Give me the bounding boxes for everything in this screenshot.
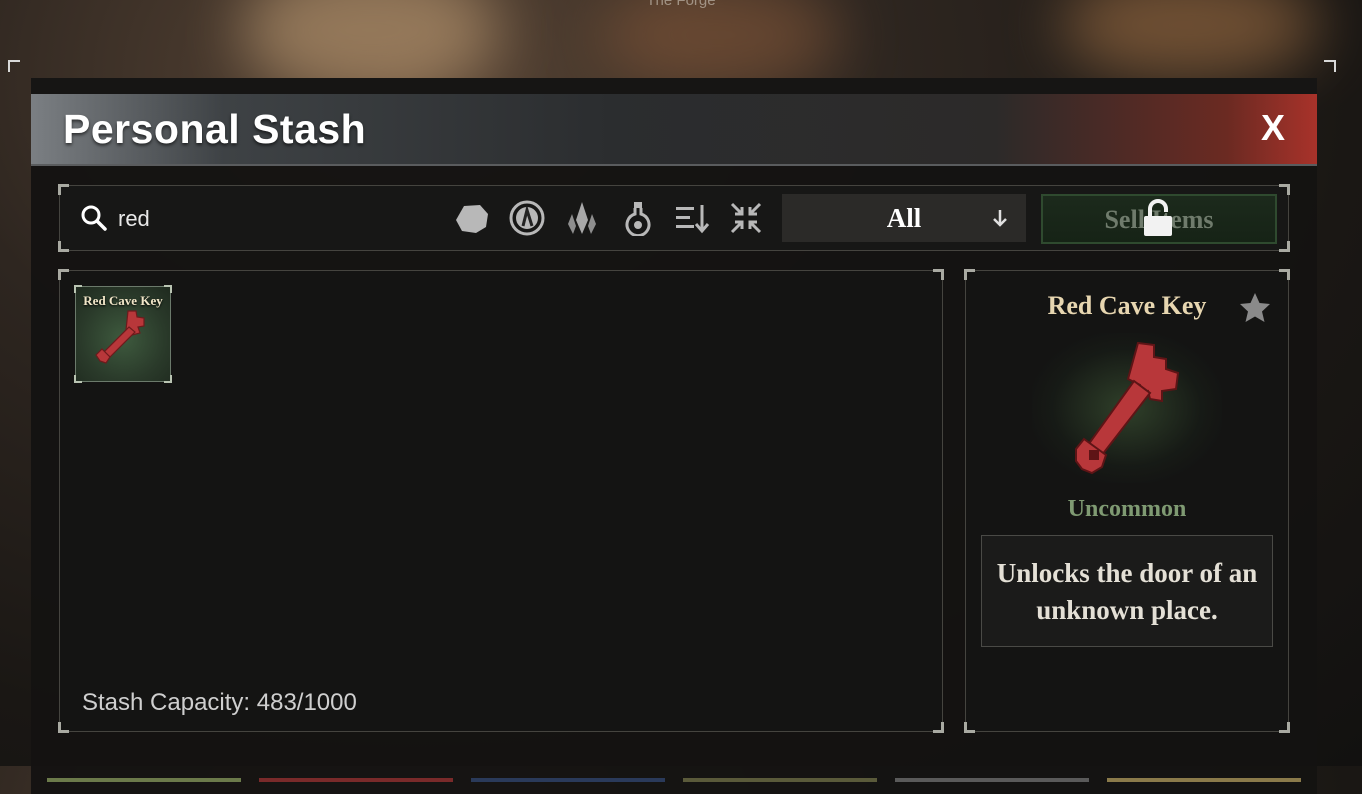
stash-item-slot[interactable]: Red Cave Key	[74, 285, 172, 383]
search-input[interactable]	[116, 200, 440, 238]
search-icon	[81, 205, 107, 231]
coin-filter-icon[interactable]	[509, 200, 545, 236]
item-description-box: Unlocks the door of an unknown place.	[981, 535, 1273, 647]
background-glow	[1060, 0, 1320, 80]
viewport-corner	[1324, 60, 1336, 72]
bottom-tab-strip	[47, 778, 241, 782]
sell-items-button[interactable]: Sell Items	[1041, 194, 1277, 244]
stone-filter-icon[interactable]	[454, 200, 490, 236]
lock-icon	[1144, 199, 1172, 236]
background-glow	[600, 0, 840, 90]
item-description: Unlocks the door of an unknown place.	[996, 558, 1258, 625]
bottom-tab-strip	[471, 778, 665, 782]
bottom-tab-strip	[259, 778, 453, 782]
bottom-tab-strip	[895, 778, 1089, 782]
location-caption: The Forge	[646, 0, 716, 9]
stash-capacity: Stash Capacity: 483/1000	[82, 689, 357, 716]
close-button[interactable]: X	[1251, 106, 1295, 150]
favorite-star-icon[interactable]	[1238, 291, 1272, 325]
crystal-filter-icon[interactable]	[564, 200, 600, 236]
slot-item-label: Red Cave Key	[83, 293, 163, 308]
viewport-corner	[8, 60, 20, 72]
red-key-icon	[95, 310, 145, 364]
collapse-icon[interactable]	[728, 200, 764, 236]
stash-window: Personal Stash X red All Sell Items Red …	[31, 78, 1317, 794]
potion-filter-icon[interactable]	[620, 200, 656, 236]
red-key-icon	[1075, 341, 1180, 475]
bottom-tab-strip	[683, 778, 877, 782]
title-bar: Personal Stash X	[31, 94, 1317, 166]
bottom-tab-strip	[1107, 778, 1301, 782]
window-title: Personal Stash	[63, 106, 367, 152]
stash-toolbar: All Sell Items	[58, 184, 1290, 252]
sort-icon[interactable]	[674, 200, 710, 236]
item-rarity: Uncommon	[1067, 496, 1187, 522]
arrow-down-icon	[993, 210, 1007, 227]
item-detail-panel: Red Cave Key Uncommon Unlocks the door o…	[964, 269, 1290, 733]
filter-dropdown[interactable]: All	[782, 194, 1026, 242]
stash-grid: Red Cave Key Stash Capacity: 483/1000	[58, 269, 944, 733]
